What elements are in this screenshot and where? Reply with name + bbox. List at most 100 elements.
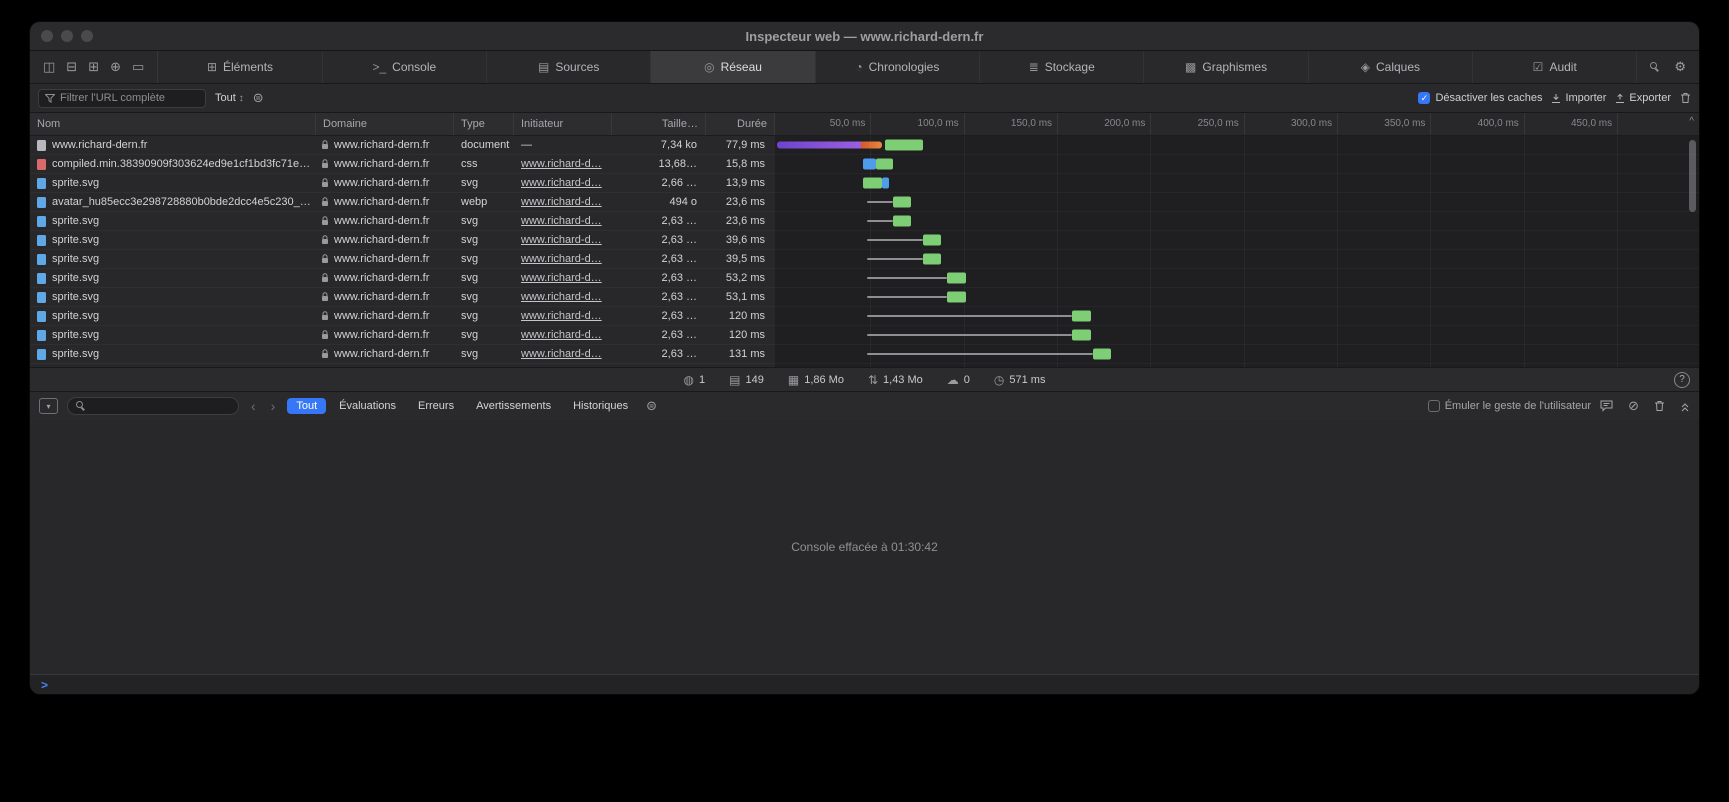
import-button[interactable]: Importer: [1551, 92, 1606, 104]
request-initiator[interactable]: www.richard-d…: [521, 253, 602, 265]
minimize-button[interactable]: [61, 30, 73, 42]
network-request-row[interactable]: sprite.svg www.richard-dern.fr svg www.r…: [30, 174, 1699, 193]
console-messages-icon[interactable]: [1600, 400, 1613, 412]
column-header-domain[interactable]: Domaine: [316, 113, 454, 135]
dock-controls: ◫ ⊟ ⊞ ⊕ ▭: [30, 51, 158, 83]
tab-storage[interactable]: ≣Stockage: [980, 51, 1144, 83]
request-duration: 120 ms: [706, 329, 775, 341]
resource-type-select[interactable]: Tout ↕: [215, 92, 244, 104]
device-icon[interactable]: ▭: [132, 59, 144, 75]
file-type-icon: [37, 140, 46, 151]
console-scope-historiques[interactable]: Historiques: [564, 398, 637, 414]
file-type-icon: [37, 349, 46, 360]
collapse-console-icon[interactable]: [1680, 401, 1690, 412]
request-initiator[interactable]: www.richard-d…: [521, 196, 602, 208]
filter-options-icon[interactable]: ⊜: [253, 90, 264, 106]
request-initiator[interactable]: www.richard-d…: [521, 272, 602, 284]
export-button[interactable]: Exporter: [1615, 92, 1671, 104]
console-scope-avertissements[interactable]: Avertissements: [467, 398, 560, 414]
help-button[interactable]: ?: [1674, 372, 1690, 388]
network-request-row[interactable]: compiled.min.38390909f303624ed9e1cf1bd3f…: [30, 155, 1699, 174]
network-request-row[interactable]: sprite.svg www.richard-dern.fr svg www.r…: [30, 307, 1699, 326]
network-request-row[interactable]: sprite.svg www.richard-dern.fr svg www.r…: [30, 345, 1699, 364]
network-request-row[interactable]: avatar_hu85ecc3e298728880b0bde2dcc4e5c23…: [30, 193, 1699, 212]
network-request-row[interactable]: sprite.svg www.richard-dern.fr svg www.r…: [30, 212, 1699, 231]
network-request-row[interactable]: sprite.svg www.richard-dern.fr svg www.r…: [30, 326, 1699, 345]
console-prompt-row[interactable]: >: [30, 675, 1699, 694]
settings-icon[interactable]: ⚙: [1674, 59, 1686, 75]
request-initiator[interactable]: www.richard-d…: [521, 234, 602, 246]
close-button[interactable]: [41, 30, 53, 42]
column-header-name[interactable]: Nom: [30, 113, 316, 135]
waterfall-green-segment: [885, 140, 922, 151]
tab-elements[interactable]: ⊞Éléments: [158, 51, 322, 83]
console-search-input[interactable]: [67, 397, 239, 415]
tab-audit[interactable]: ☑Audit: [1473, 51, 1637, 83]
lock-icon: [321, 292, 329, 302]
storage-icon: ≣: [1029, 60, 1039, 74]
lock-icon: [321, 330, 329, 340]
request-initiator[interactable]: www.richard-d…: [521, 177, 602, 189]
emulate-user-gesture-checkbox[interactable]: Émuler le geste de l'utilisateur: [1428, 400, 1591, 412]
dock-side-icon[interactable]: ◫: [43, 59, 55, 75]
request-initiator[interactable]: www.richard-d…: [521, 310, 602, 322]
request-initiator[interactable]: www.richard-d…: [521, 291, 602, 303]
network-request-row[interactable]: sprite.svg www.richard-dern.fr svg www.r…: [30, 250, 1699, 269]
url-filter-input[interactable]: Filtrer l'URL complète: [38, 89, 206, 108]
zoom-button[interactable]: [81, 30, 93, 42]
request-name: sprite.svg: [52, 234, 99, 246]
network-request-row[interactable]: www.richard-dern.fr www.richard-dern.fr …: [30, 136, 1699, 155]
tab-graphics[interactable]: ▩Graphismes: [1144, 51, 1308, 83]
request-type: svg: [454, 177, 514, 189]
tab-layers[interactable]: ◈Calques: [1309, 51, 1473, 83]
console-options-icon[interactable]: ⊜: [646, 398, 657, 414]
column-header-size[interactable]: Taille…: [612, 113, 706, 135]
waterfall-wait-line: [867, 239, 923, 241]
resources-count: ▤149: [729, 373, 764, 387]
request-size: 2,63 …: [612, 272, 706, 284]
console-filter-pills: ToutÉvaluationsErreursAvertissementsHist…: [287, 398, 637, 414]
dock-bottom-icon[interactable]: ⊟: [66, 59, 77, 75]
clear-console-icon[interactable]: ⊘: [1628, 398, 1639, 414]
network-request-row[interactable]: sprite.svg www.richard-dern.fr svg www.r…: [30, 288, 1699, 307]
request-size: 2,63 …: [612, 310, 706, 322]
request-name: sprite.svg: [52, 310, 99, 322]
request-name: avatar_hu85ecc3e298728880b0bde2dcc4e5c23…: [52, 196, 311, 208]
inspect-element-icon[interactable]: ⊕: [110, 59, 121, 75]
request-initiator[interactable]: www.richard-d…: [521, 158, 602, 170]
request-size: 13,68…: [612, 158, 706, 170]
dock-separate-icon[interactable]: ⊞: [88, 59, 99, 75]
request-domain: www.richard-dern.fr: [334, 272, 429, 284]
request-initiator[interactable]: www.richard-d…: [521, 329, 602, 341]
request-initiator[interactable]: www.richard-d…: [521, 215, 602, 227]
next-result-button[interactable]: ›: [268, 398, 279, 414]
previous-result-button[interactable]: ‹: [248, 398, 259, 414]
column-header-duration[interactable]: Durée: [706, 113, 775, 135]
console-scope-tout[interactable]: Tout: [287, 398, 326, 414]
tab-console[interactable]: >_Console: [323, 51, 487, 83]
console-trash-icon[interactable]: [1654, 400, 1665, 412]
scroll-up-icon[interactable]: ^: [1689, 116, 1694, 127]
waterfall-wait-line: [867, 258, 923, 260]
tab-sources[interactable]: ▤Sources: [487, 51, 651, 83]
request-duration: 23,6 ms: [706, 196, 775, 208]
gridline: [1337, 113, 1338, 135]
timeline-tick-label: 250,0 ms: [1198, 113, 1244, 135]
column-header-initiator[interactable]: Initiateur: [514, 113, 612, 135]
tab-network[interactable]: ◎Réseau: [651, 51, 815, 83]
lock-icon: [321, 178, 329, 188]
tab-timelines[interactable]: ◔Chronologies: [816, 51, 980, 83]
console-scope-icon[interactable]: ▾: [39, 398, 58, 414]
lock-icon: [321, 235, 329, 245]
console-scope-evaluations[interactable]: Évaluations: [330, 398, 405, 414]
column-header-type[interactable]: Type: [454, 113, 514, 135]
disable-caches-checkbox[interactable]: ✓ Désactiver les caches: [1418, 92, 1542, 104]
network-request-row[interactable]: sprite.svg www.richard-dern.fr svg www.r…: [30, 231, 1699, 250]
console-scope-erreurs[interactable]: Erreurs: [409, 398, 463, 414]
timeline-tick-label: 350,0 ms: [1384, 113, 1430, 135]
network-request-row[interactable]: sprite.svg www.richard-dern.fr svg www.r…: [30, 269, 1699, 288]
request-initiator[interactable]: www.richard-d…: [521, 348, 602, 360]
request-domain: www.richard-dern.fr: [334, 158, 429, 170]
search-icon[interactable]: [1650, 62, 1659, 72]
clear-network-items-trash-icon[interactable]: [1680, 92, 1691, 104]
